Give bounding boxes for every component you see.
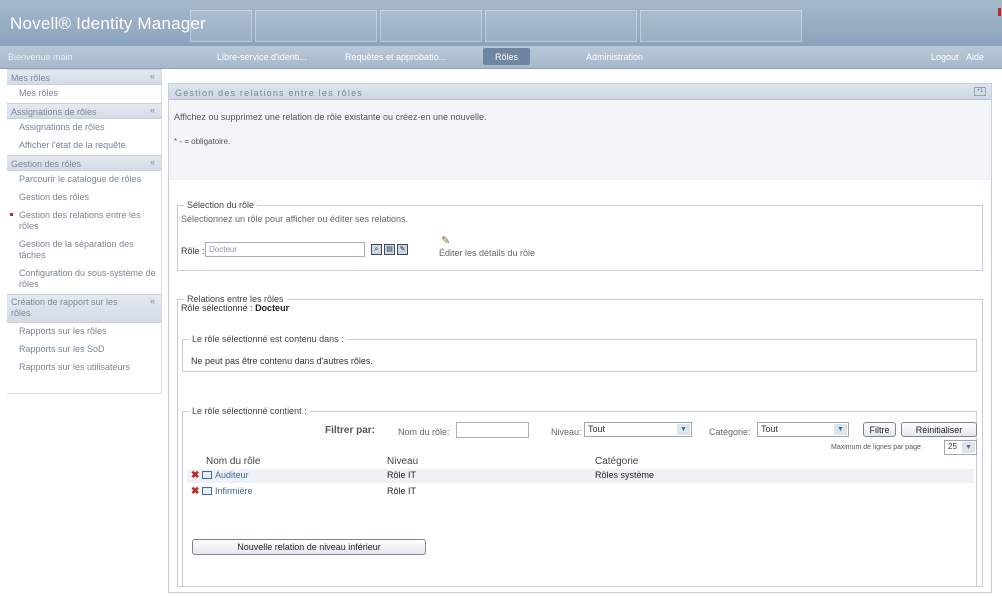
chevron-up-icon[interactable]: «	[150, 71, 155, 81]
chevron-down-icon[interactable]: ▼	[677, 424, 690, 435]
tab-requests[interactable]: Requêtes et approbatio...	[345, 52, 446, 62]
sidebar-item-separation-of-duties[interactable]: Gestion de la séparation des tâches	[7, 236, 161, 265]
role-selection-hint: Sélectionnez un rôle pour afficher ou éd…	[181, 214, 408, 224]
sidebar-item-sod-reports[interactable]: Rapports sur les SoD	[7, 341, 161, 359]
role-icon	[202, 471, 212, 479]
chevron-up-icon[interactable]: «	[150, 296, 155, 307]
reset-button[interactable]: Réinitialiser	[901, 422, 977, 437]
sidebar: Mes rôles « Mes rôles Assignations de rô…	[7, 69, 162, 394]
main-nav: Bienvenue main Libre-service d'identi...…	[0, 46, 1002, 69]
role-icon	[202, 487, 212, 495]
role-level: Rôle IT	[387, 470, 417, 480]
level-filter-label: Niveau:	[551, 427, 582, 437]
sidebar-item-request-status[interactable]: Afficher l'état de la requête	[7, 137, 161, 155]
contained-in-legend: Le rôle sélectionné est contenu dans :	[192, 334, 344, 344]
help-link[interactable]: Aide	[966, 52, 984, 62]
panel-header: Gestion des relations entre les rôles +1	[169, 84, 991, 100]
sidebar-section-reporting[interactable]: Création de rapport sur les rôles «	[7, 294, 161, 323]
sidebar-item-user-reports[interactable]: Rapports sur les utilisateurs	[7, 359, 161, 377]
header-decoration	[485, 10, 637, 42]
contained-in-message: Ne peut pas être contenu dans d'autres r…	[191, 356, 373, 366]
role-name-filter-input[interactable]	[456, 422, 529, 438]
panel-description: Affichez ou supprimez une relation de rô…	[174, 112, 487, 122]
role-selection-legend: Sélection du rôle	[187, 200, 255, 210]
role-category: Rôles système	[595, 470, 655, 480]
role-selection-group: Sélection du rôle	[177, 200, 983, 271]
header-decoration	[255, 10, 377, 42]
app-header: Novell® Identity Manager	[0, 0, 1002, 46]
role-name-link[interactable]: Auditeur	[215, 470, 249, 480]
role-label: Rôle :	[181, 246, 205, 256]
logout-link[interactable]: Logout	[931, 52, 959, 62]
required-note: * - = obligatoire.	[174, 137, 231, 146]
intro-box: Affichez ou supprimez une relation de rô…	[169, 100, 991, 180]
delete-icon[interactable]: ✖	[191, 486, 199, 497]
category-filter-label: Catégorie:	[709, 427, 751, 437]
sidebar-item-role-relations[interactable]: Gestion des relations entre les rôles	[7, 207, 161, 236]
sidebar-item-role-reports[interactable]: Rapports sur les rôles	[7, 323, 161, 341]
chevron-up-icon[interactable]: «	[150, 105, 155, 115]
sidebar-item-role-assignments[interactable]: Assignations de rôles	[7, 119, 161, 137]
max-rows-select[interactable]: 25 ▼	[944, 440, 977, 455]
search-icon[interactable]: ⌕	[371, 244, 382, 255]
tab-roles[interactable]: Rôles	[483, 48, 531, 65]
tab-self-service[interactable]: Libre-service d'identi...	[217, 52, 307, 62]
sidebar-item-browse-catalog[interactable]: Parcourir le catalogue de rôles	[7, 171, 161, 189]
sidebar-item-my-roles[interactable]: Mes rôles	[7, 85, 161, 103]
app-title: Novell® Identity Manager	[10, 14, 206, 33]
new-subordinate-relation-button[interactable]: Nouvelle relation de niveau inférieur	[192, 539, 426, 555]
column-header-category[interactable]: Catégorie	[595, 456, 638, 467]
history-icon[interactable]: ▤	[384, 244, 395, 255]
filter-button[interactable]: Filtre	[863, 422, 896, 437]
sidebar-section-my-roles[interactable]: Mes rôles «	[7, 69, 161, 85]
table-row: ✖ Auditeur Rôle IT Rôles système	[187, 469, 974, 483]
maximize-icon[interactable]: +1	[974, 87, 986, 96]
sidebar-section-role-management[interactable]: Gestion des rôles «	[7, 155, 161, 171]
chevron-down-icon[interactable]: ▼	[834, 424, 847, 435]
tab-administration[interactable]: Administration	[586, 52, 643, 62]
role-level: Rôle IT	[387, 486, 417, 496]
role-name-filter-label: Nom du rôle:	[398, 427, 450, 437]
edit-pencil-icon[interactable]: ✎	[441, 234, 450, 247]
clear-icon[interactable]: ✎	[397, 244, 408, 255]
table-row: ✖ Infirmière Rôle IT	[187, 485, 974, 499]
role-input[interactable]: Docteur	[205, 242, 365, 257]
red-marker	[998, 8, 1001, 16]
selected-role: Rôle sélectionné : Docteur	[181, 303, 289, 313]
level-select[interactable]: Tout ▼	[584, 422, 692, 437]
panel-title: Gestion des relations entre les rôles	[175, 88, 363, 98]
max-rows-label: Maximum de lignes par page	[831, 444, 921, 451]
selected-role-value: Docteur	[255, 303, 290, 313]
sidebar-item-subsystem-config[interactable]: Configuration du sous-système de rôles	[7, 265, 161, 294]
main-panel: Gestion des relations entre les rôles +1…	[168, 83, 992, 593]
delete-icon[interactable]: ✖	[191, 470, 199, 481]
column-header-level[interactable]: Niveau	[387, 456, 418, 467]
sidebar-item-manage-roles[interactable]: Gestion des rôles	[7, 189, 161, 207]
chevron-up-icon[interactable]: «	[150, 157, 155, 167]
contained-in-group: Le rôle sélectionné est contenu dans :	[182, 334, 977, 372]
sidebar-section-role-assignments[interactable]: Assignations de rôles «	[7, 103, 161, 119]
category-select[interactable]: Tout ▼	[757, 422, 849, 437]
role-name-link[interactable]: Infirmière	[215, 486, 253, 496]
edit-role-details-link[interactable]: Éditer les détails du rôle	[439, 248, 535, 258]
selected-role-label: Rôle sélectionné :	[181, 303, 253, 313]
header-decoration	[640, 10, 802, 42]
filter-by-label: Filtrer par:	[325, 425, 376, 436]
chevron-down-icon[interactable]: ▼	[962, 442, 975, 453]
contains-legend: Le rôle sélectionné contient :	[192, 406, 307, 416]
column-header-name[interactable]: Nom du rôle	[206, 456, 260, 467]
welcome-text: Bienvenue main	[8, 52, 73, 62]
header-decoration	[380, 10, 482, 42]
